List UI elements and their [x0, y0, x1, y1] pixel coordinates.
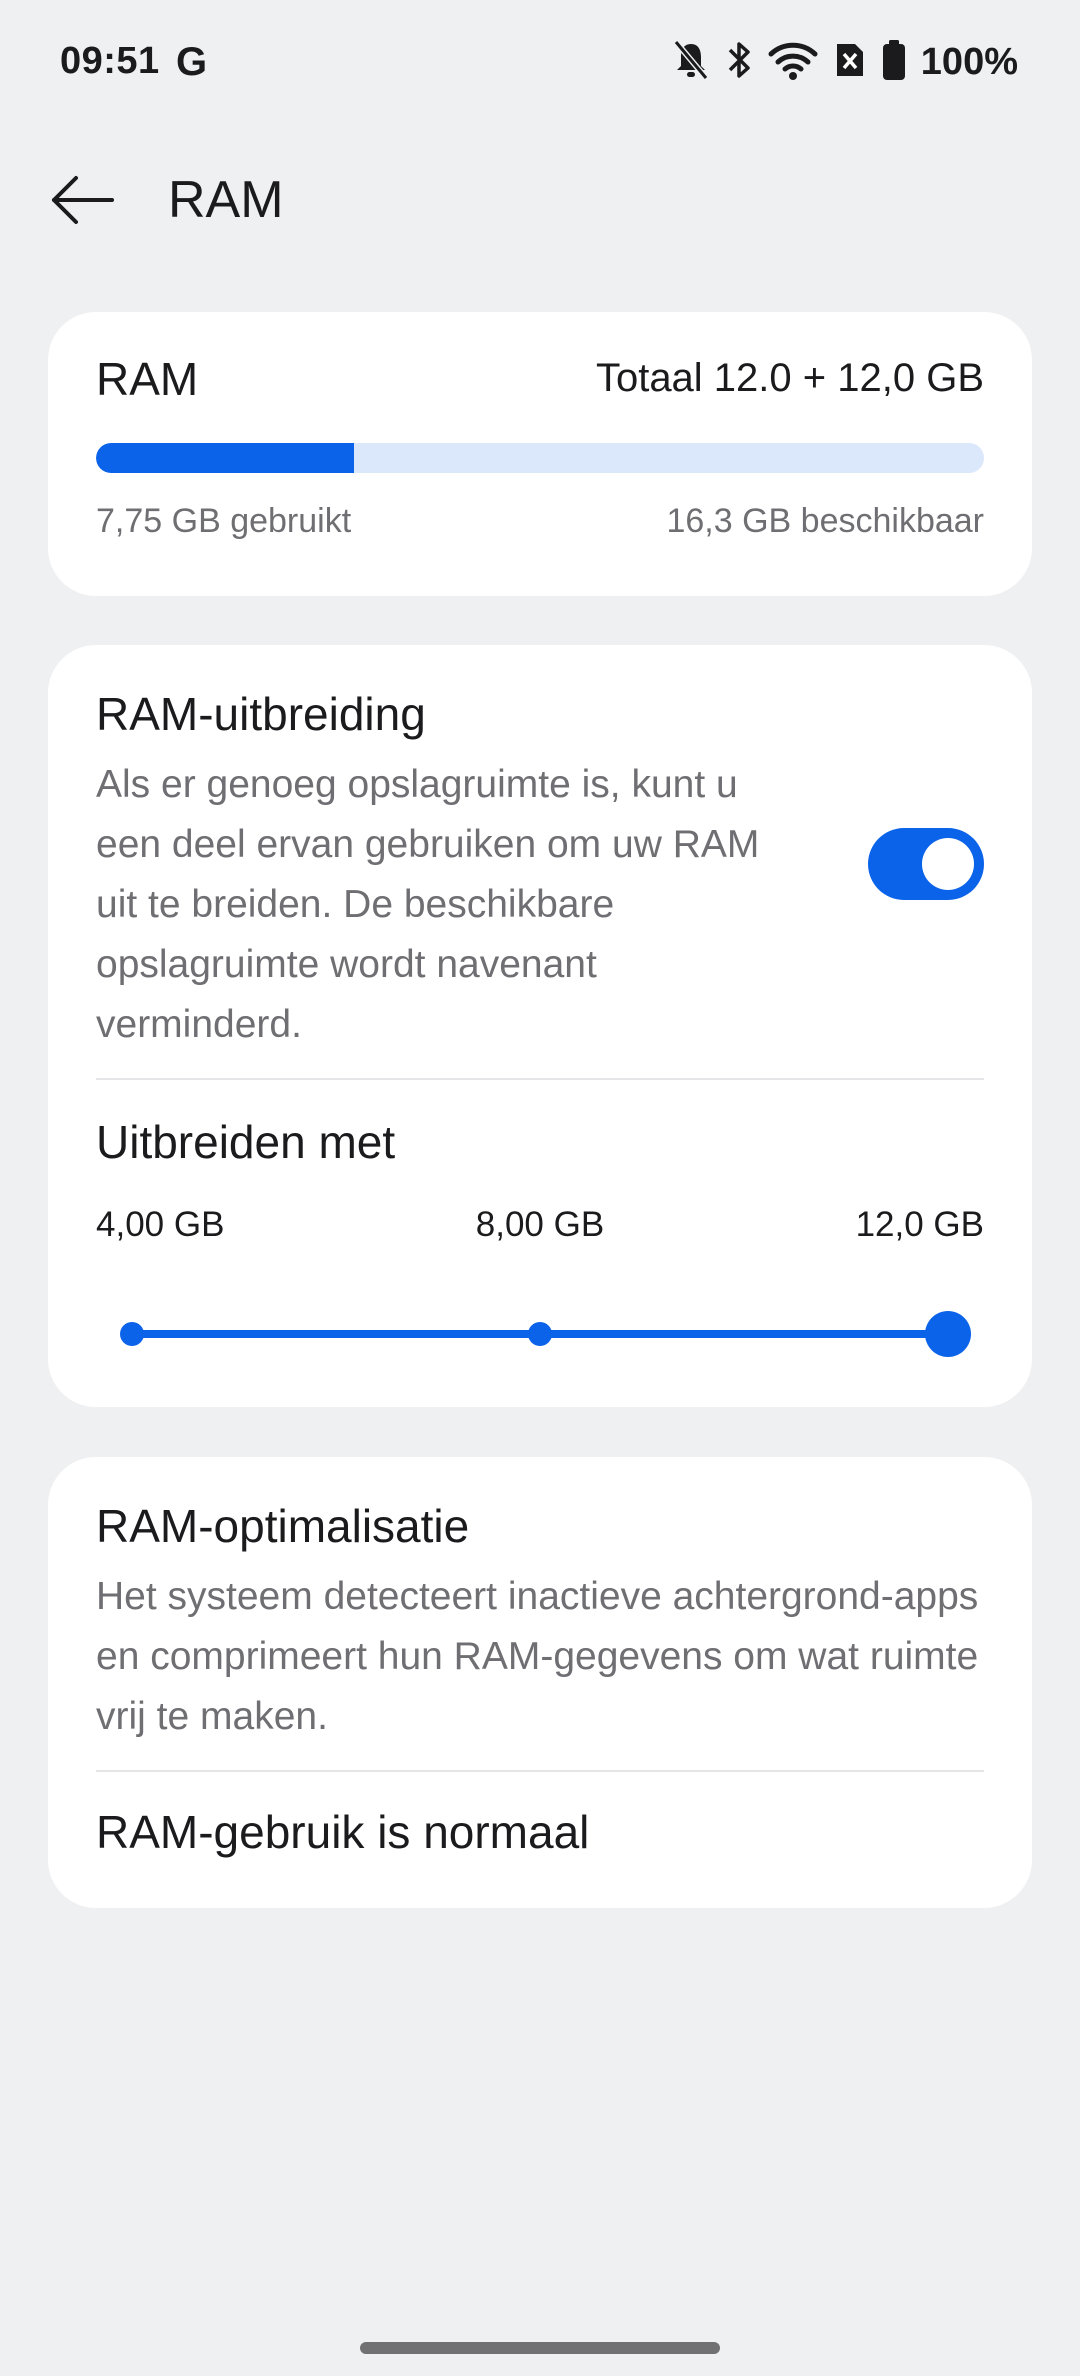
- ram-extension-title: RAM-uitbreiding: [96, 688, 426, 740]
- extension-slider[interactable]: [120, 1309, 971, 1359]
- ram-status-item[interactable]: RAM-gebruik is normaal: [96, 1805, 589, 1859]
- status-time: 09:51: [60, 40, 160, 82]
- home-indicator[interactable]: [360, 2342, 720, 2354]
- bluetooth-icon: [725, 38, 753, 87]
- wifi-icon: [767, 38, 819, 87]
- divider: [96, 1078, 984, 1080]
- ram-usage-card: RAM Totaal 12.0 + 12,0 GB 7,75 GB gebrui…: [48, 312, 1032, 596]
- ram-optimization-card: RAM-optimalisatie Het systeem detecteert…: [48, 1457, 1032, 1908]
- ram-usage-bar-fill: [96, 443, 354, 473]
- status-bar: 09:51 G 100%: [0, 0, 1080, 128]
- slider-thumb[interactable]: [925, 1311, 971, 1357]
- app-bar: RAM: [0, 150, 1080, 250]
- ram-used-label: 7,75 GB gebruikt: [96, 502, 352, 540]
- ram-optimization-description: Het systeem detecteert inactieve achterg…: [96, 1575, 979, 1738]
- slider-stop-8gb[interactable]: [528, 1322, 552, 1346]
- ram-usage-bar: [96, 443, 984, 473]
- ram-available-label: 16,3 GB beschikbaar: [666, 502, 984, 540]
- page-title: RAM: [168, 171, 284, 229]
- google-icon: G: [176, 40, 208, 84]
- expand-with-title: Uitbreiden met: [96, 1116, 396, 1168]
- status-icons: 100%: [671, 36, 1018, 88]
- ram-extension-toggle[interactable]: [868, 828, 984, 900]
- arrow-left-icon: [52, 176, 114, 224]
- ram-optimization-title: RAM-optimalisatie: [96, 1500, 470, 1552]
- battery-icon: [881, 38, 907, 87]
- battery-percentage: 100%: [920, 40, 1018, 83]
- ram-extension-description: Als er genoeg opslagruimte is, kunt u ee…: [96, 763, 760, 1046]
- slider-stop-4gb[interactable]: [120, 1322, 144, 1346]
- bell-muted-icon: [671, 38, 711, 87]
- divider: [96, 1770, 984, 1772]
- ram-extension-card: RAM-uitbreiding Als er genoeg opslagruim…: [48, 645, 1032, 1407]
- back-button[interactable]: [44, 168, 120, 232]
- ram-card-title: RAM: [96, 353, 199, 405]
- ram-total-label: Totaal 12.0 + 12,0 GB: [595, 356, 984, 400]
- toggle-knob: [922, 838, 974, 890]
- no-sim-icon: [833, 38, 867, 87]
- option-label-12gb[interactable]: 12,0 GB: [856, 1205, 984, 1245]
